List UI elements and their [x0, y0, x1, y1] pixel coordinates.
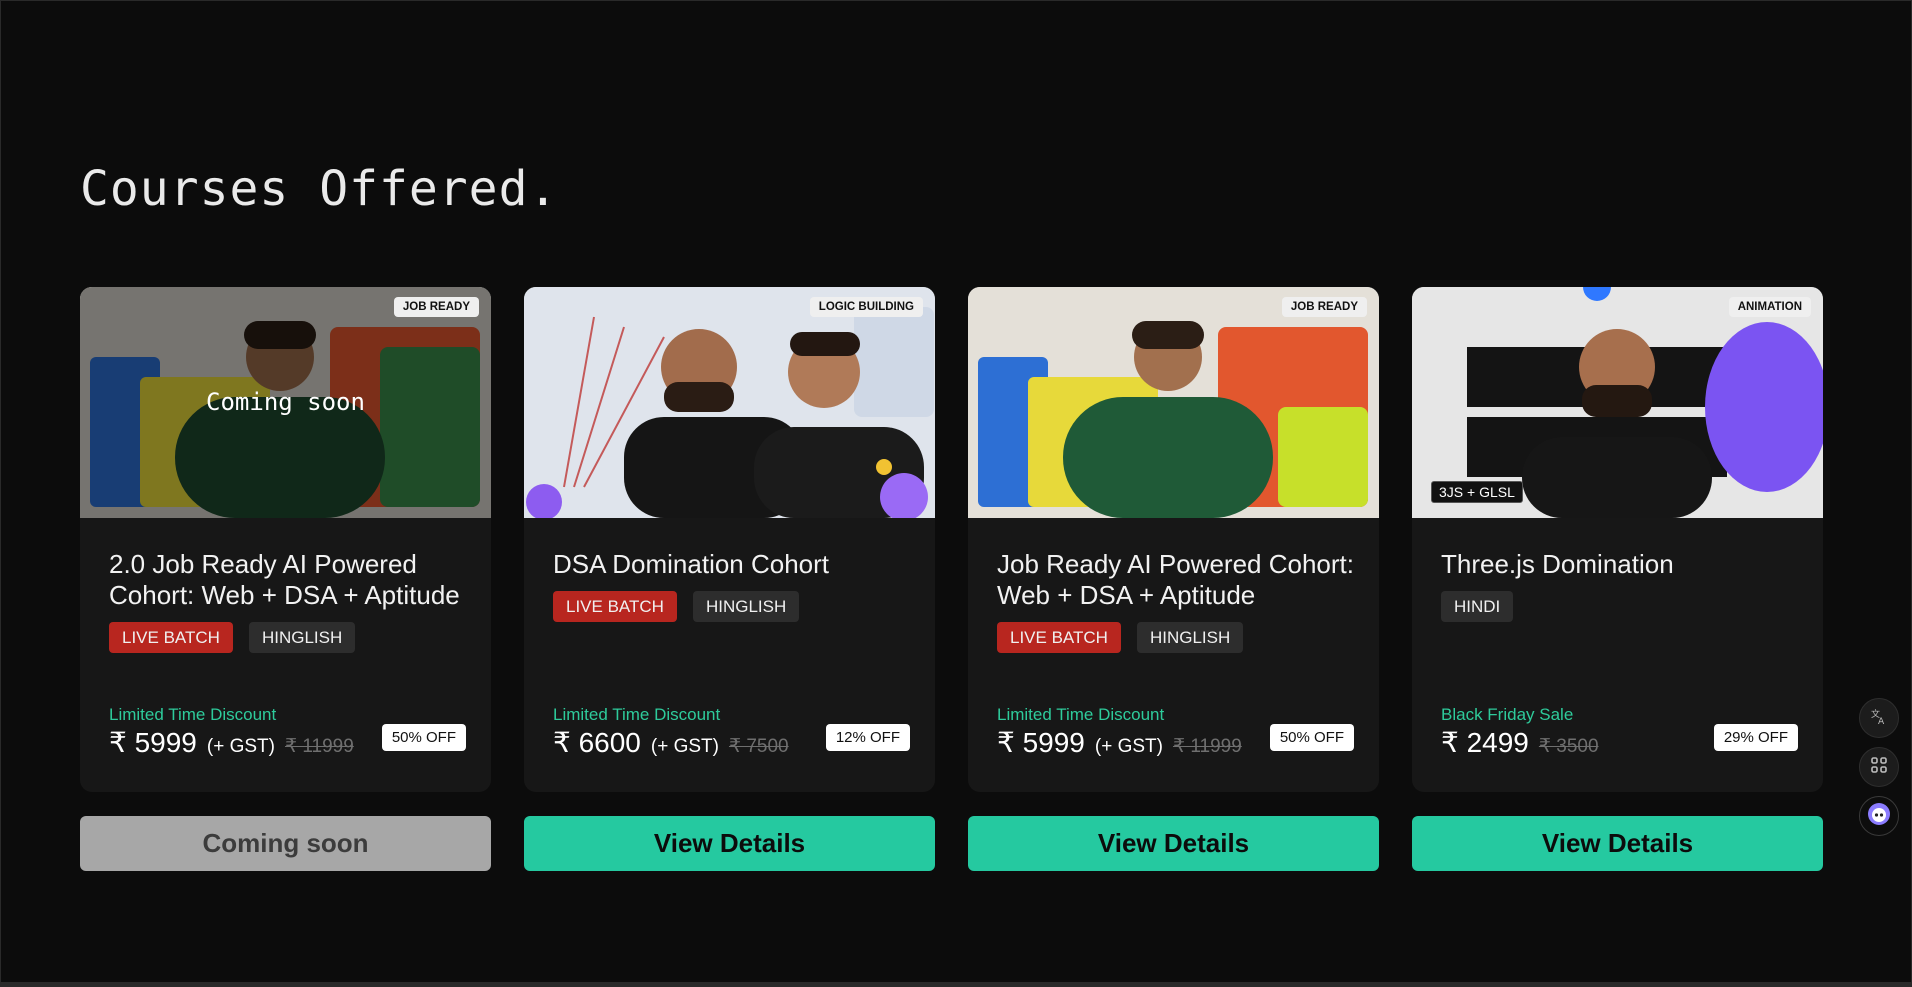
category-tag: ANIMATION — [1728, 297, 1811, 317]
discount-badge: 29% OFF — [1713, 724, 1798, 751]
section-title: Courses Offered. — [80, 161, 559, 217]
live-batch-tag: LIVE BATCH — [553, 591, 677, 622]
assistant-bot-icon — [1867, 802, 1891, 831]
language-tag: HINGLISH — [1136, 622, 1244, 653]
discount-badge: 50% OFF — [1269, 724, 1354, 751]
category-tag: LOGIC BUILDING — [809, 297, 923, 317]
course-card[interactable]: JOB READY Job Ready AI Powered Cohort: W… — [968, 287, 1379, 792]
translate-button[interactable]: 文A — [1859, 698, 1899, 738]
course-thumbnail: Coming soon JOB READY — [80, 287, 491, 518]
original-price: ₹ 11999 — [1172, 736, 1242, 757]
discount-label: Limited Time Discount — [553, 705, 721, 724]
thumbnail-artwork — [968, 287, 1379, 518]
coming-soon-button[interactable]: Coming soon — [80, 816, 491, 871]
page-frame: Courses Offered. Coming soon JOB READY 2… — [0, 0, 1912, 987]
language-tag: HINGLISH — [692, 591, 800, 622]
original-price: ₹ 7500 — [728, 736, 789, 757]
course-title[interactable]: DSA Domination Cohort — [553, 549, 911, 580]
category-tag: JOB READY — [393, 297, 479, 317]
discount-badge: 50% OFF — [381, 724, 466, 751]
language-tag: HINGLISH — [248, 622, 356, 653]
view-details-button[interactable]: View Details — [524, 816, 935, 871]
apps-grid-button[interactable] — [1859, 747, 1899, 787]
original-price: ₹ 3500 — [1538, 736, 1599, 757]
apps-grid-icon — [1870, 756, 1888, 779]
price: ₹ 5999 — [997, 727, 1085, 758]
price: ₹ 2499 — [1441, 727, 1529, 758]
course-title[interactable]: Job Ready AI Powered Cohort: Web + DSA +… — [997, 549, 1355, 611]
view-details-button[interactable]: View Details — [968, 816, 1379, 871]
gst-note: (+ GST) — [1094, 736, 1163, 757]
course-card[interactable]: ANIMATION 3JS + GLSL Three.js Domination… — [1412, 287, 1823, 792]
course-title[interactable]: Three.js Domination — [1441, 549, 1799, 580]
view-details-button[interactable]: View Details — [1412, 816, 1823, 871]
translate-icon: 文A — [1870, 707, 1888, 730]
course-title[interactable]: 2.0 Job Ready AI Powered Cohort: Web + D… — [109, 549, 467, 611]
price: ₹ 6600 — [553, 727, 641, 758]
course-card[interactable]: LOGIC BUILDING DSA Domination Cohort LIV… — [524, 287, 935, 792]
price: ₹ 5999 — [109, 727, 197, 758]
course-thumbnail: LOGIC BUILDING — [524, 287, 935, 518]
discount-badge: 12% OFF — [825, 724, 910, 751]
thumbnail-artwork — [524, 287, 935, 518]
discount-label: Limited Time Discount — [997, 705, 1165, 724]
discount-label: Limited Time Discount — [109, 705, 277, 724]
live-batch-tag: LIVE BATCH — [997, 622, 1121, 653]
discount-label: Black Friday Sale — [1441, 705, 1574, 724]
assistant-button[interactable] — [1859, 796, 1899, 836]
gst-note: (+ GST) — [206, 736, 275, 757]
tech-badge: 3JS + GLSL — [1431, 481, 1523, 503]
course-thumbnail: JOB READY — [968, 287, 1379, 518]
category-tag: JOB READY — [1281, 297, 1367, 317]
coming-soon-overlay: Coming soon — [206, 388, 365, 416]
original-price: ₹ 11999 — [284, 736, 354, 757]
course-card[interactable]: Coming soon JOB READY 2.0 Job Ready AI P… — [80, 287, 491, 792]
course-thumbnail: ANIMATION 3JS + GLSL — [1412, 287, 1823, 518]
live-batch-tag: LIVE BATCH — [109, 622, 233, 653]
gst-note: (+ GST) — [650, 736, 719, 757]
svg-text:A: A — [1878, 717, 1885, 725]
language-tag: HINDI — [1441, 591, 1514, 622]
